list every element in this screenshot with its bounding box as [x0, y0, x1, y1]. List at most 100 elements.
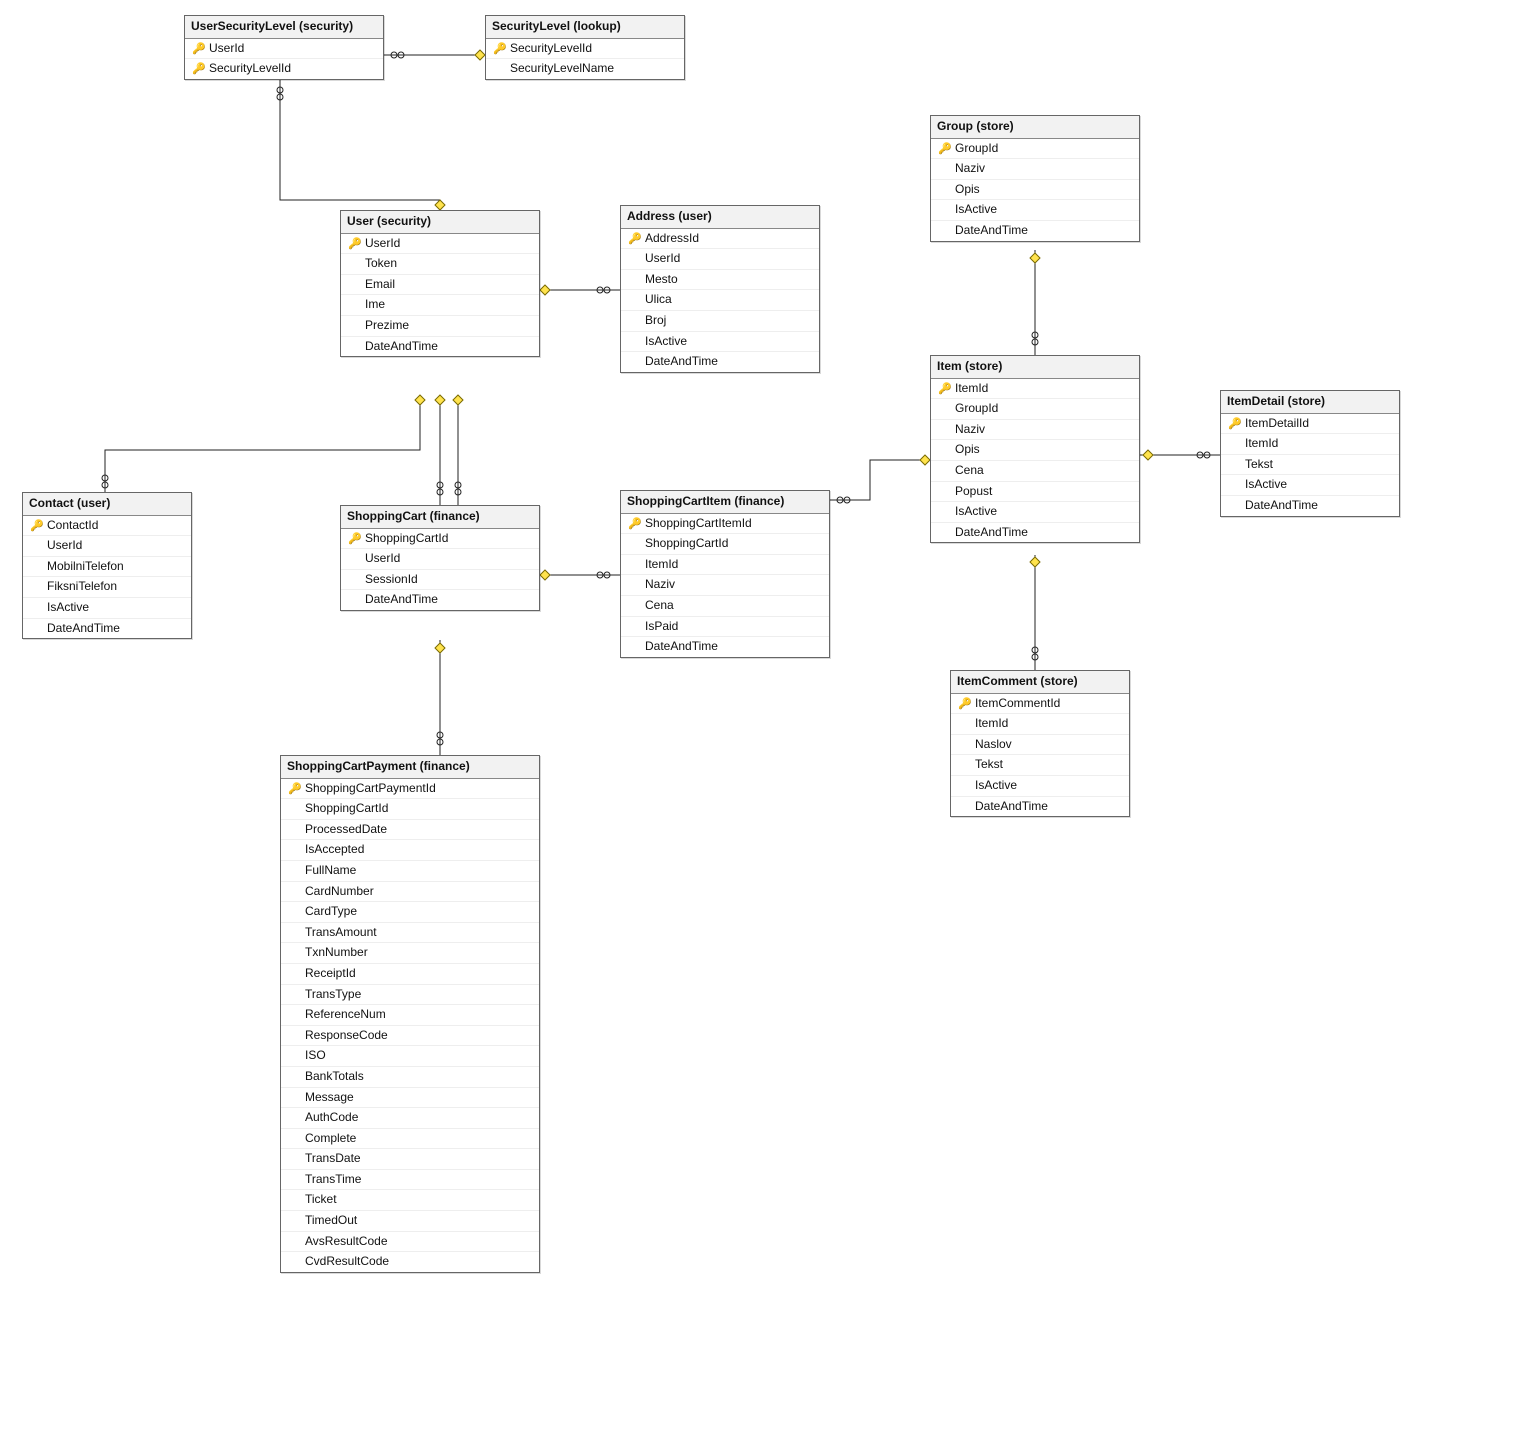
column-row[interactable]: AvsResultCode	[281, 1232, 539, 1253]
column-row[interactable]: ResponseCode	[281, 1026, 539, 1047]
column-row[interactable]: DateAndTime	[1221, 496, 1399, 516]
column-row[interactable]: DateAndTime	[23, 619, 191, 639]
column-row[interactable]: 🔑GroupId	[931, 139, 1139, 160]
column-row[interactable]: DateAndTime	[931, 523, 1139, 543]
column-row[interactable]: 🔑AddressId	[621, 229, 819, 250]
column-row[interactable]: Tekst	[951, 755, 1129, 776]
column-row[interactable]: TransDate	[281, 1149, 539, 1170]
column-row[interactable]: Message	[281, 1088, 539, 1109]
column-row[interactable]: ReferenceNum	[281, 1005, 539, 1026]
column-name: TransTime	[303, 1172, 535, 1188]
column-row[interactable]: CardType	[281, 902, 539, 923]
table-contact[interactable]: Contact (user) 🔑ContactIdUserIdMobilniTe…	[22, 492, 192, 639]
table-securitylevel[interactable]: SecurityLevel (lookup) 🔑SecurityLevelIdS…	[485, 15, 685, 80]
column-row[interactable]: IsActive	[1221, 475, 1399, 496]
table-group[interactable]: Group (store) 🔑GroupIdNazivOpisIsActiveD…	[930, 115, 1140, 242]
column-row[interactable]: UserId	[341, 549, 539, 570]
column-row[interactable]: DateAndTime	[621, 637, 829, 657]
column-row[interactable]: Ime	[341, 295, 539, 316]
column-row[interactable]: TransAmount	[281, 923, 539, 944]
column-row[interactable]: FullName	[281, 861, 539, 882]
column-row[interactable]: Token	[341, 254, 539, 275]
column-row[interactable]: Cena	[621, 596, 829, 617]
column-row[interactable]: IsPaid	[621, 617, 829, 638]
column-row[interactable]: IsAccepted	[281, 840, 539, 861]
column-row[interactable]: 🔑ShoppingCartItemId	[621, 514, 829, 535]
column-row[interactable]: Ulica	[621, 290, 819, 311]
column-row[interactable]: Naziv	[931, 159, 1139, 180]
column-row[interactable]: ItemId	[1221, 434, 1399, 455]
column-row[interactable]: Naziv	[931, 420, 1139, 441]
column-row[interactable]: ItemId	[621, 555, 829, 576]
column-row[interactable]: CardNumber	[281, 882, 539, 903]
column-row[interactable]: 🔑ItemDetailId	[1221, 414, 1399, 435]
column-row[interactable]: Cena	[931, 461, 1139, 482]
column-row[interactable]: ReceiptId	[281, 964, 539, 985]
column-row[interactable]: FiksniTelefon	[23, 577, 191, 598]
column-row[interactable]: Naslov	[951, 735, 1129, 756]
column-row[interactable]: 🔑ItemCommentId	[951, 694, 1129, 715]
column-row[interactable]: Email	[341, 275, 539, 296]
column-row[interactable]: GroupId	[931, 399, 1139, 420]
table-user[interactable]: User (security) 🔑UserIdTokenEmailImePrez…	[340, 210, 540, 357]
column-row[interactable]: ShoppingCartId	[281, 799, 539, 820]
column-row[interactable]: BankTotals	[281, 1067, 539, 1088]
column-row[interactable]: DateAndTime	[621, 352, 819, 372]
table-shoppingcartitem[interactable]: ShoppingCartItem (finance) 🔑ShoppingCart…	[620, 490, 830, 658]
column-row[interactable]: Complete	[281, 1129, 539, 1150]
column-row[interactable]: TransType	[281, 985, 539, 1006]
column-row[interactable]: ISO	[281, 1046, 539, 1067]
column-row[interactable]: MobilniTelefon	[23, 557, 191, 578]
column-row[interactable]: Broj	[621, 311, 819, 332]
erd-canvas: UserSecurityLevel (security) 🔑UserId🔑Sec…	[0, 0, 1533, 1453]
table-address[interactable]: Address (user) 🔑AddressIdUserIdMestoUlic…	[620, 205, 820, 373]
column-row[interactable]: Prezime	[341, 316, 539, 337]
column-row[interactable]: DateAndTime	[931, 221, 1139, 241]
column-row[interactable]: Popust	[931, 482, 1139, 503]
column-row[interactable]: SessionId	[341, 570, 539, 591]
column-row[interactable]: 🔑ItemId	[931, 379, 1139, 400]
column-row[interactable]: ShoppingCartId	[621, 534, 829, 555]
column-row[interactable]: UserId	[621, 249, 819, 270]
column-row[interactable]: SecurityLevelName	[486, 59, 684, 79]
column-row[interactable]: DateAndTime	[341, 337, 539, 357]
column-row[interactable]: Ticket	[281, 1190, 539, 1211]
table-usersecuritylevel[interactable]: UserSecurityLevel (security) 🔑UserId🔑Sec…	[184, 15, 384, 80]
column-row[interactable]: IsActive	[23, 598, 191, 619]
column-row[interactable]: ProcessedDate	[281, 820, 539, 841]
column-row[interactable]: 🔑SecurityLevelId	[486, 39, 684, 60]
column-row[interactable]: Opis	[931, 440, 1139, 461]
column-row[interactable]: DateAndTime	[951, 797, 1129, 817]
column-row[interactable]: UserId	[23, 536, 191, 557]
column-name: CardType	[303, 904, 535, 920]
column-row[interactable]: IsActive	[951, 776, 1129, 797]
table-shoppingcart[interactable]: ShoppingCart (finance) 🔑ShoppingCartIdUs…	[340, 505, 540, 611]
column-row[interactable]: TransTime	[281, 1170, 539, 1191]
column-row[interactable]: Opis	[931, 180, 1139, 201]
column-row[interactable]: Tekst	[1221, 455, 1399, 476]
column-row[interactable]: 🔑SecurityLevelId	[185, 59, 383, 79]
column-row[interactable]: Mesto	[621, 270, 819, 291]
column-row[interactable]: CvdResultCode	[281, 1252, 539, 1272]
column-row[interactable]: 🔑ContactId	[23, 516, 191, 537]
column-name: Naziv	[953, 422, 1135, 438]
table-item[interactable]: Item (store) 🔑ItemIdGroupIdNazivOpisCena…	[930, 355, 1140, 543]
column-row[interactable]: DateAndTime	[341, 590, 539, 610]
column-row[interactable]: 🔑ShoppingCartPaymentId	[281, 779, 539, 800]
table-title: ShoppingCartItem (finance)	[621, 491, 829, 514]
column-row[interactable]: ItemId	[951, 714, 1129, 735]
column-row[interactable]: 🔑UserId	[185, 39, 383, 60]
column-row[interactable]: TimedOut	[281, 1211, 539, 1232]
column-row[interactable]: 🔑ShoppingCartId	[341, 529, 539, 550]
table-itemdetail[interactable]: ItemDetail (store) 🔑ItemDetailIdItemIdTe…	[1220, 390, 1400, 517]
column-name: SecurityLevelId	[508, 41, 680, 57]
column-row[interactable]: IsActive	[931, 502, 1139, 523]
column-row[interactable]: TxnNumber	[281, 943, 539, 964]
table-shoppingcartpayment[interactable]: ShoppingCartPayment (finance) 🔑ShoppingC…	[280, 755, 540, 1273]
column-row[interactable]: IsActive	[621, 332, 819, 353]
column-row[interactable]: IsActive	[931, 200, 1139, 221]
column-row[interactable]: AuthCode	[281, 1108, 539, 1129]
column-row[interactable]: 🔑UserId	[341, 234, 539, 255]
column-row[interactable]: Naziv	[621, 575, 829, 596]
table-itemcomment[interactable]: ItemComment (store) 🔑ItemCommentIdItemId…	[950, 670, 1130, 817]
